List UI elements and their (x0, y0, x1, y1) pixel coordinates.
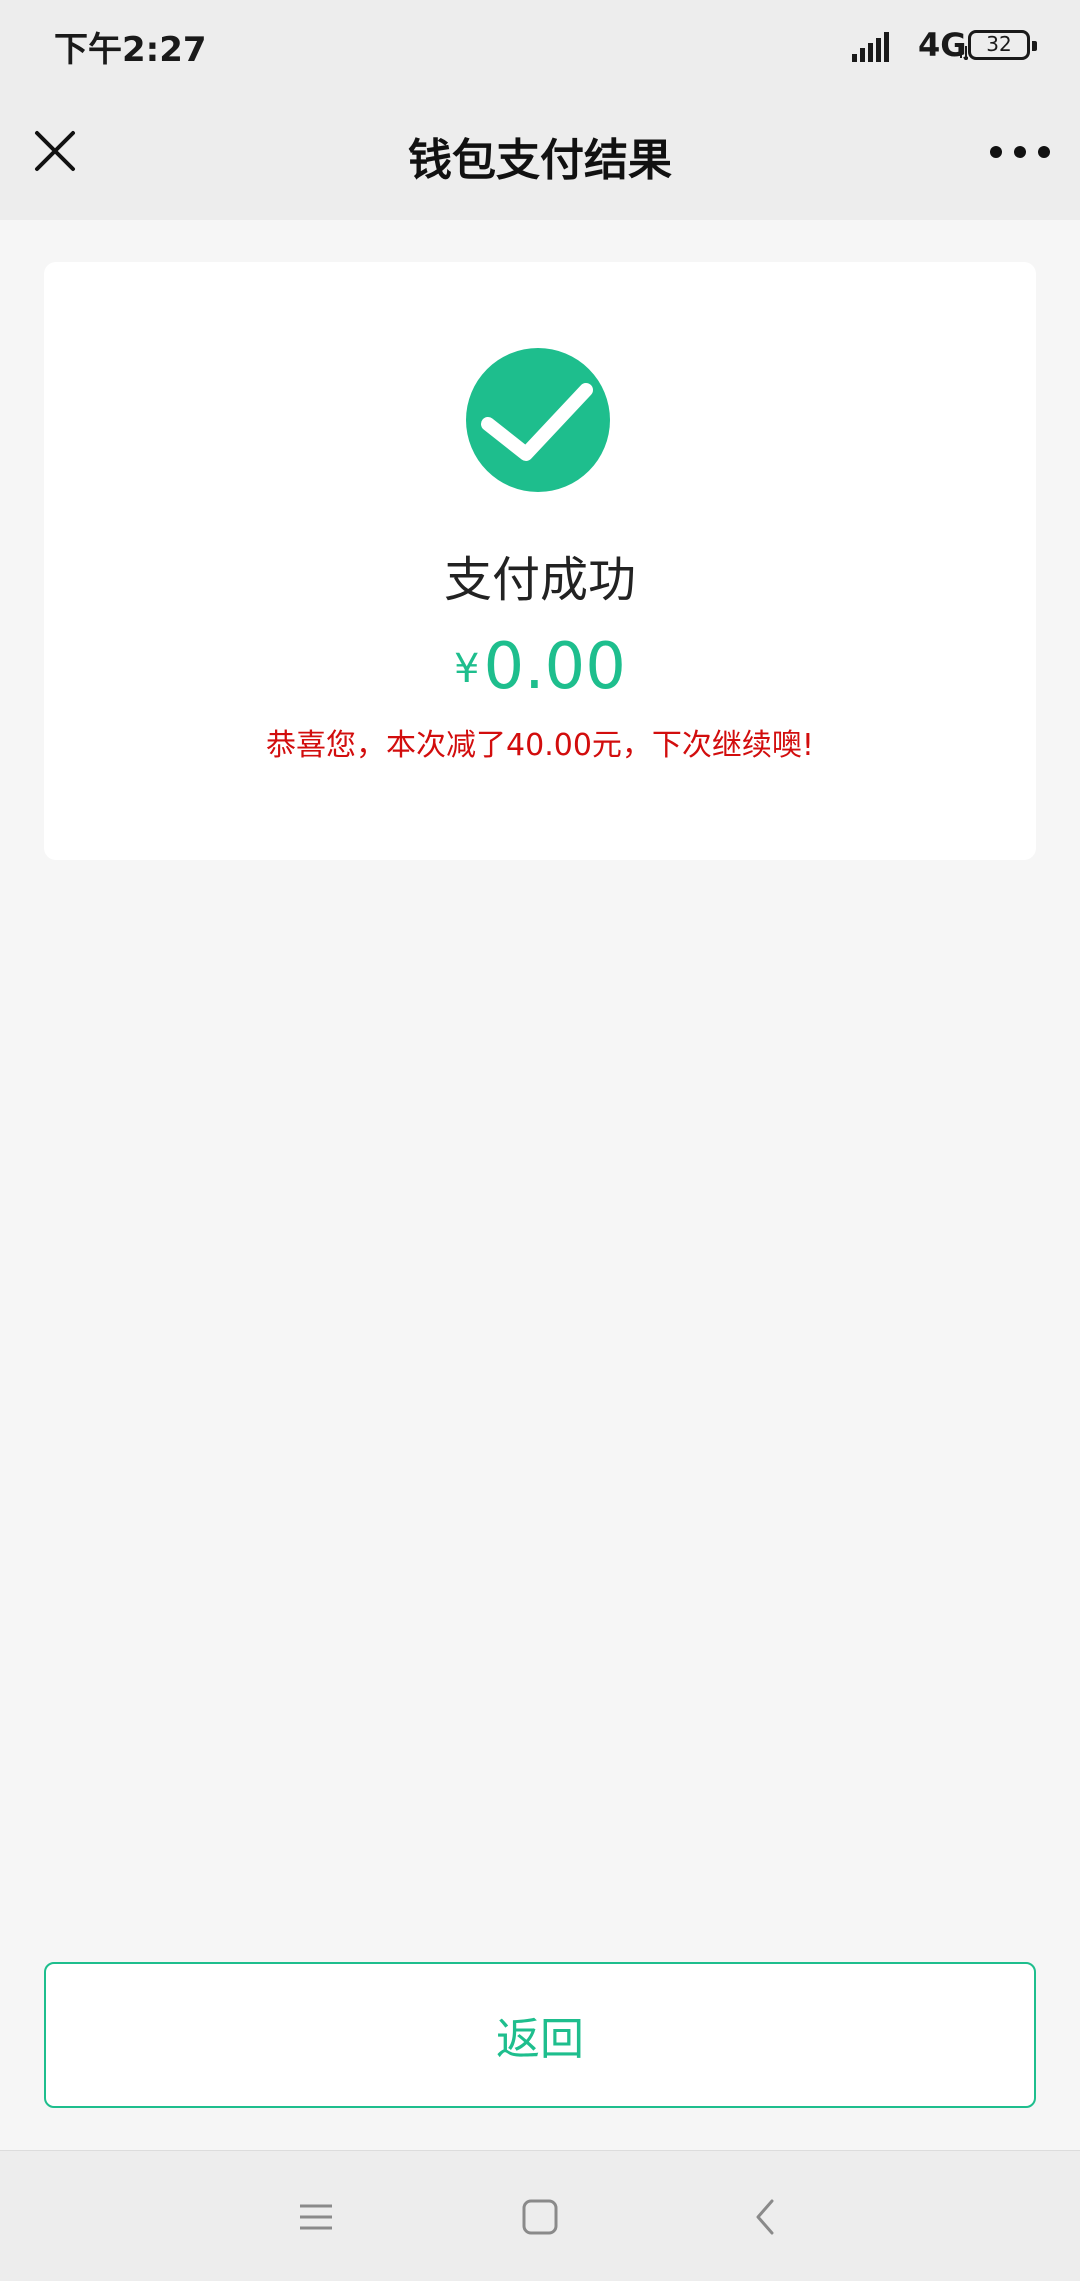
result-card: 支付成功 ¥0.00 恭喜您，本次减了40.00元，下次继续噢! (44, 262, 1036, 860)
network-activity-icon (958, 44, 968, 60)
battery-level: 32 (986, 32, 1012, 56)
battery-tip (1032, 41, 1037, 51)
back-icon[interactable] (744, 2195, 788, 2239)
home-icon[interactable] (518, 2195, 562, 2239)
page-title: 钱包支付结果 (408, 135, 672, 186)
result-title: 支付成功 (443, 552, 636, 608)
amount-value: 0.00 (483, 630, 626, 704)
system-nav-bar (0, 2150, 1080, 2281)
more-icon[interactable] (988, 132, 1052, 172)
status-time: 下午2:27 (54, 30, 207, 70)
check-circle-icon (466, 348, 610, 492)
nav-bar: 钱包支付结果 (0, 96, 1080, 220)
currency-symbol: ¥ (454, 646, 480, 692)
back-button[interactable]: 返回 (44, 1962, 1036, 2108)
promo-message: 恭喜您，本次减了40.00元，下次继续噢! (266, 728, 814, 763)
payment-amount: ¥0.00 (44, 630, 1036, 704)
battery-icon: 32 (968, 30, 1037, 60)
menu-icon[interactable] (294, 2195, 338, 2239)
signal-icon (852, 32, 889, 62)
status-bar: 下午2:27 4G 32 (0, 0, 1080, 96)
